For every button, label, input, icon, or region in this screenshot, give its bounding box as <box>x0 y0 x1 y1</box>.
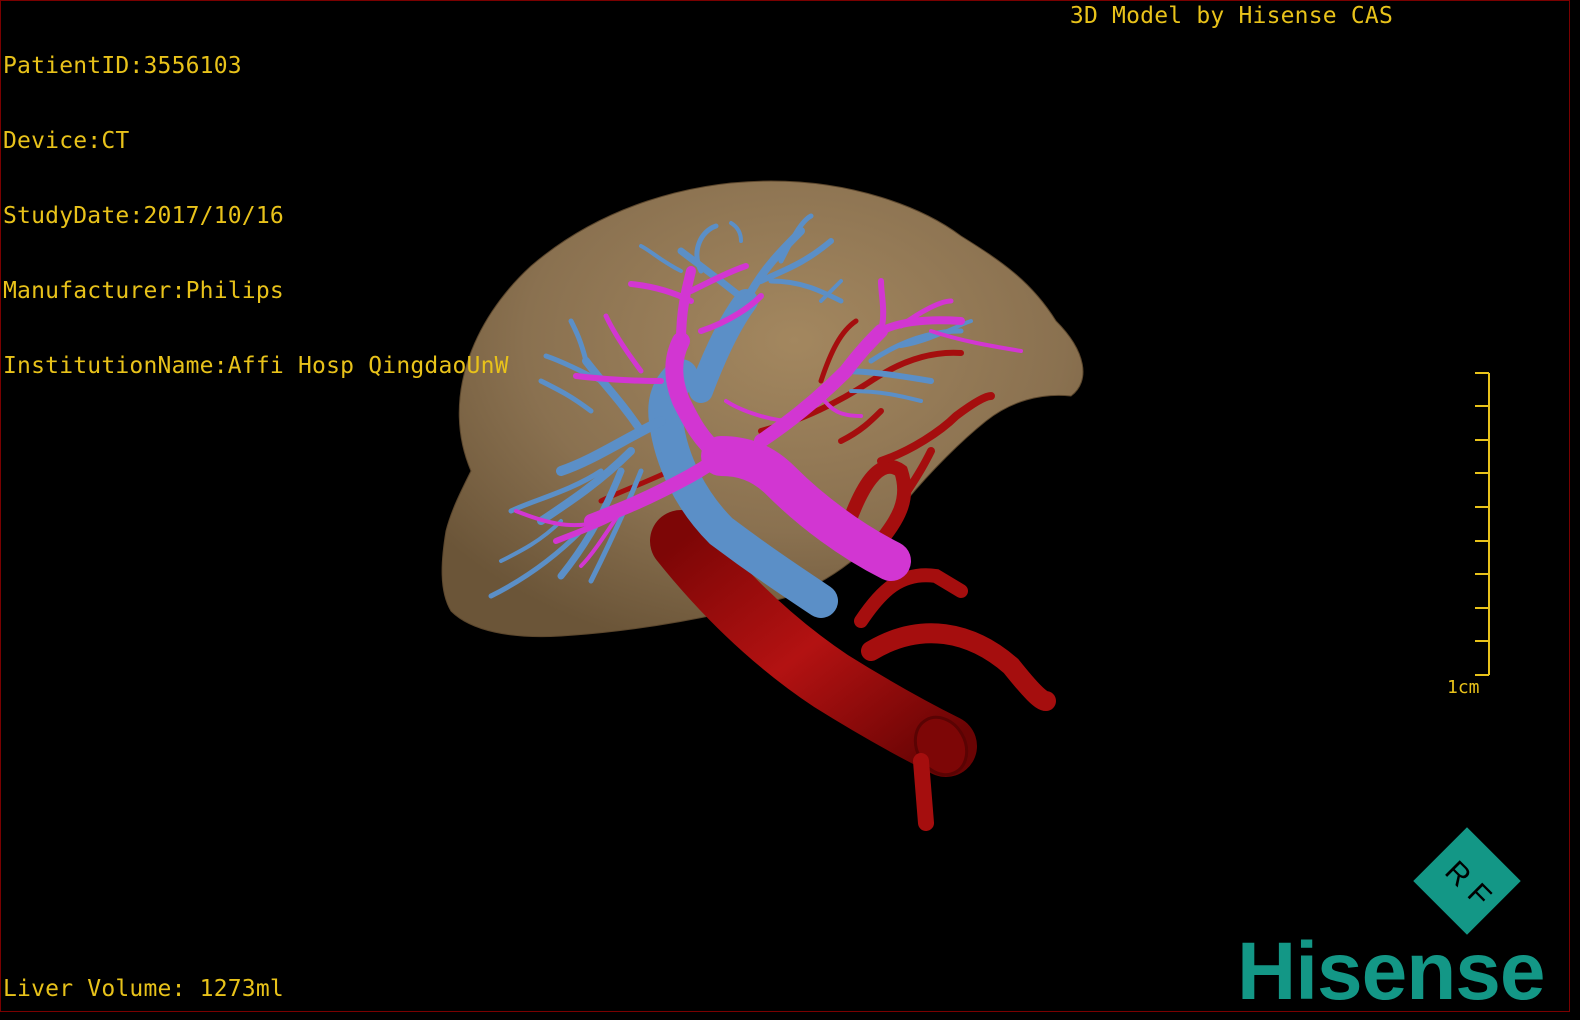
study-date-text: StudyDate:2017/10/16 <box>3 203 284 229</box>
manufacturer-text: Manufacturer:Philips <box>3 278 284 304</box>
3d-viewport[interactable]: PatientID:3556103 Device:CT StudyDate:20… <box>0 0 1570 1012</box>
rf-badge-text: RF <box>1438 854 1505 921</box>
scale-bar-label: 1cm <box>1447 677 1480 698</box>
liver-volume-text: Liver Volume: 1273ml <box>3 976 284 1002</box>
brand-name: Hisense <box>1237 926 1546 1012</box>
patient-id-text: PatientID:3556103 <box>3 53 242 79</box>
scale-bar <box>1475 372 1490 676</box>
patient-info-block: PatientID:3556103 Device:CT StudyDate:20… <box>3 4 509 429</box>
hisense-logo: RF Hisense <box>1237 827 1569 1011</box>
device-text: Device:CT <box>3 128 130 154</box>
model-credit-text: 3D Model by Hisense CAS <box>1069 3 1393 29</box>
institution-text: InstitutionName:Affi Hosp QingdaoUnW <box>3 353 509 379</box>
